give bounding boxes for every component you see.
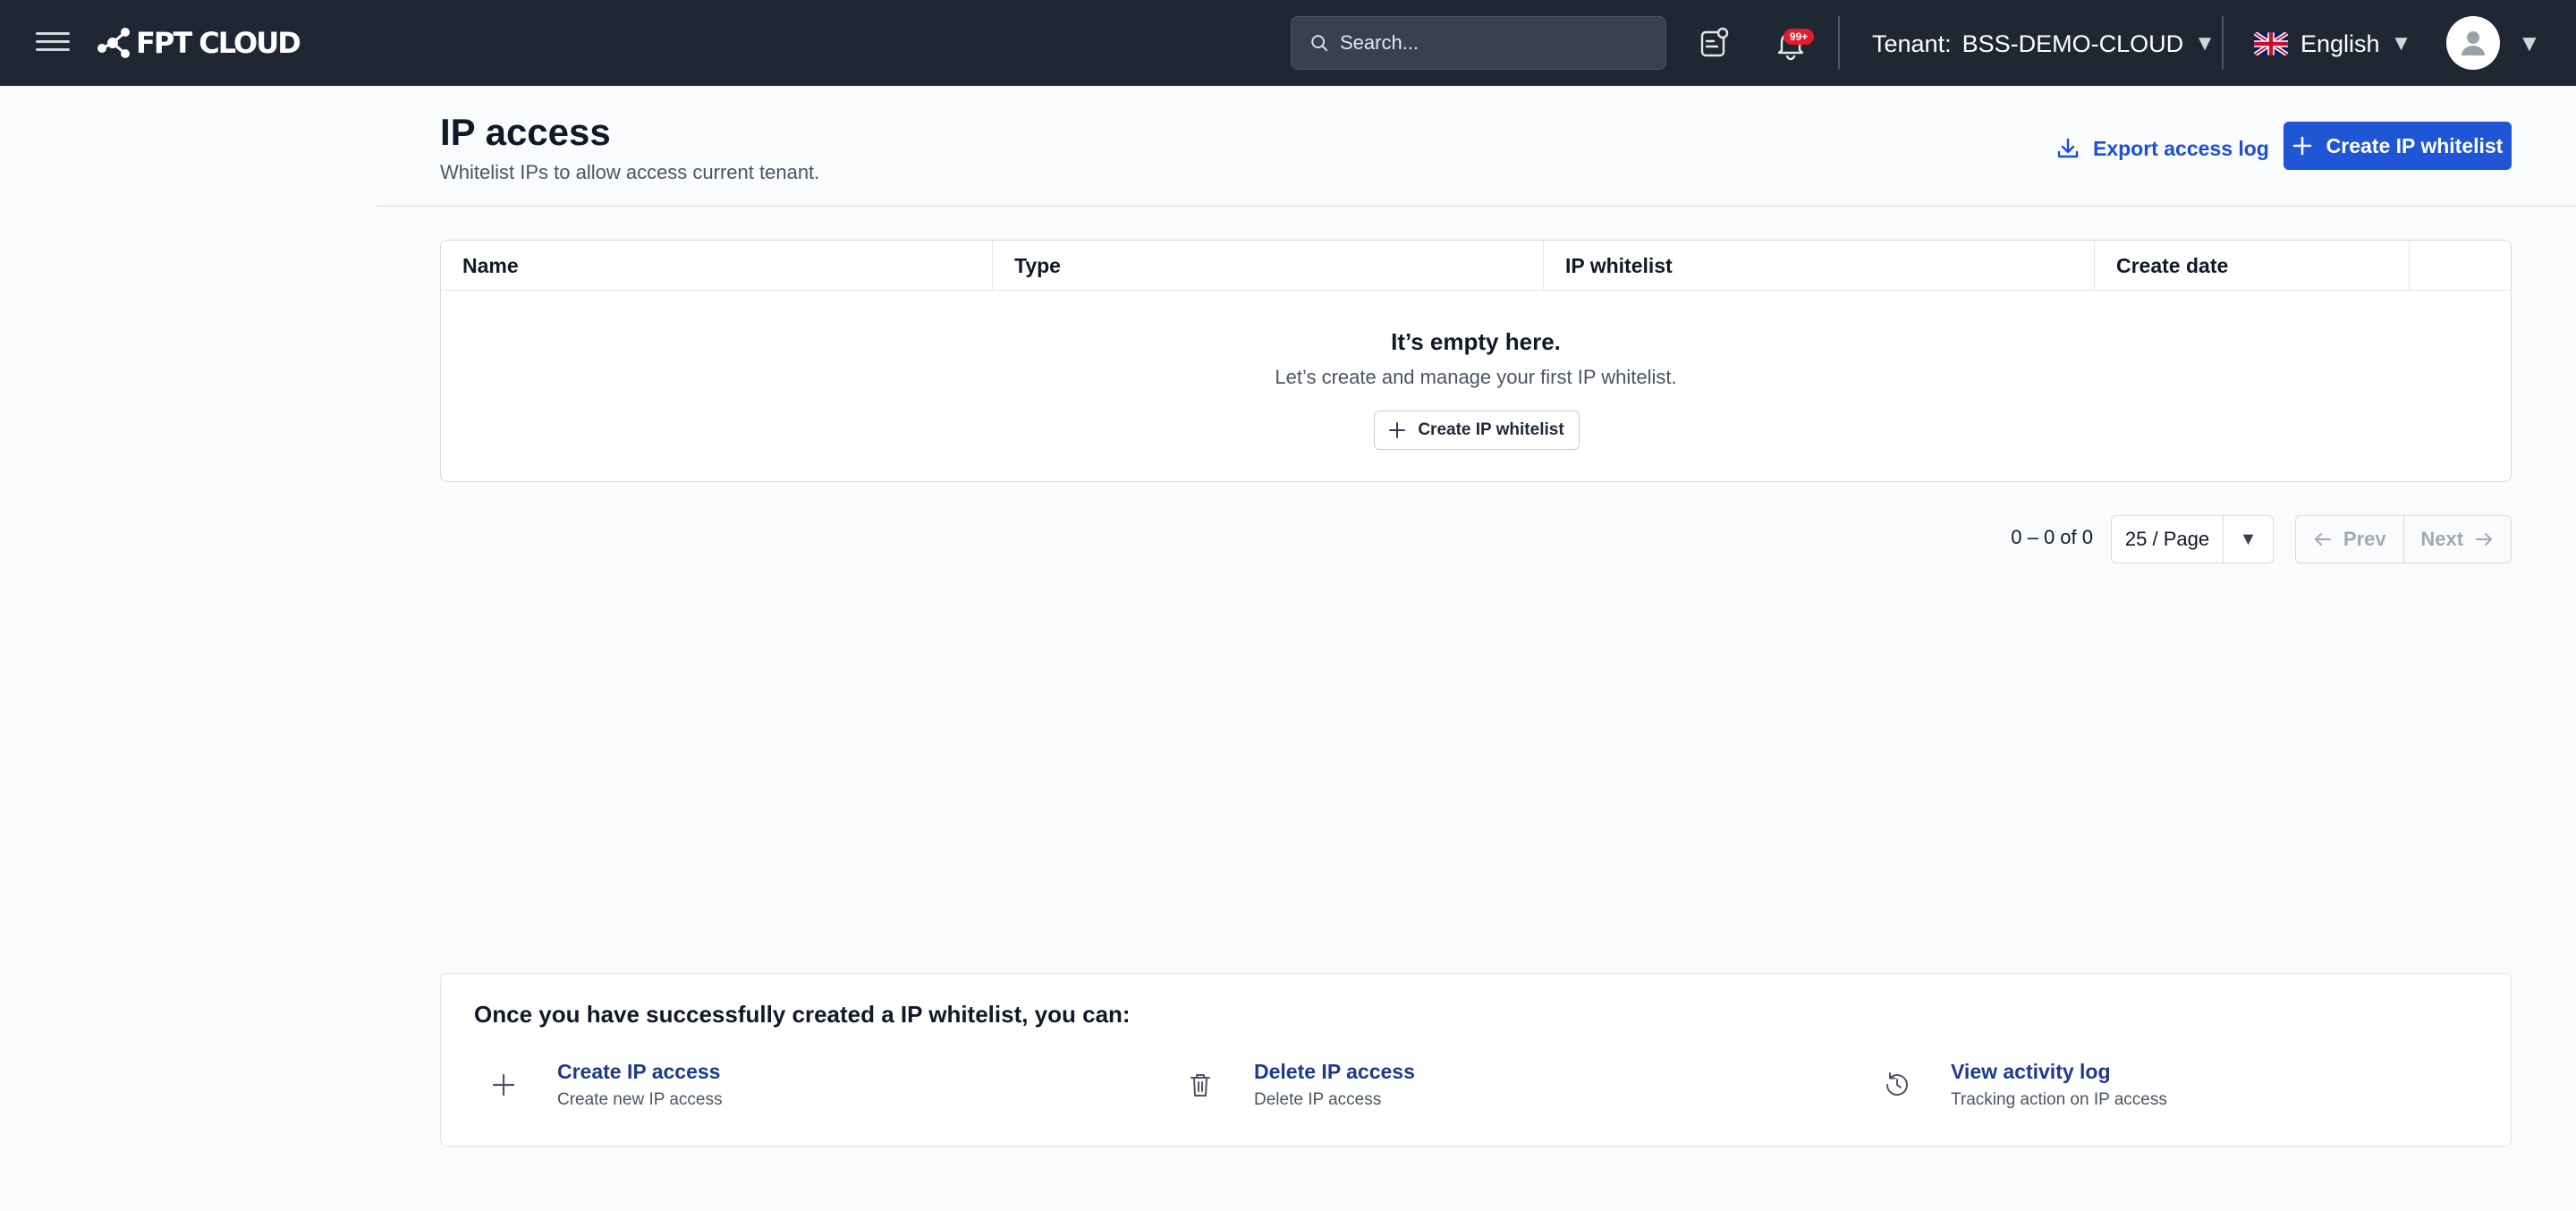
plus-icon (492, 1073, 515, 1097)
download-icon (2057, 138, 2079, 158)
arrow-right-icon (2476, 533, 2493, 546)
topbar-divider (1838, 16, 1840, 70)
uk-flag-icon (2254, 32, 2288, 55)
language-selector[interactable]: English ▼ (2254, 25, 2411, 63)
action-title[interactable]: Delete IP access (1254, 1060, 1415, 1084)
trash-icon (1191, 1074, 1210, 1097)
prev-label: Prev (2343, 528, 2386, 550)
caret-down-icon: ▼ (2194, 31, 2216, 55)
topbar-divider (2222, 16, 2224, 70)
caret-down-icon[interactable]: ▼ (2224, 516, 2273, 563)
pagination-nav: Prev Next (2295, 515, 2512, 563)
brand-logo[interactable]: FPT CLOUD (95, 23, 301, 63)
next-page-button[interactable]: Next (2404, 516, 2512, 563)
empty-state-subtitle: Let’s create and manage your first IP wh… (1275, 366, 1677, 388)
global-search[interactable] (1291, 16, 1666, 70)
page-subtitle: Whitelist IPs to allow access current te… (440, 161, 820, 183)
notification-badge: 99+ (1784, 29, 1814, 45)
arrow-left-icon (2314, 533, 2331, 546)
top-navigation-bar: FPT CLOUD 99+ Tenant: BSS-DEMO-CLOUD ▼ (0, 0, 2576, 86)
action-title[interactable]: Create IP access (557, 1060, 720, 1084)
action-description: Create new IP access (557, 1090, 723, 1109)
ip-whitelist-table: Name Type IP whitelist Create date It’s … (440, 240, 2512, 482)
action-description: Tracking action on IP access (1951, 1090, 2167, 1109)
caret-down-icon: ▼ (2518, 29, 2541, 56)
action-description: Delete IP access (1254, 1090, 1382, 1109)
empty-state-title: It’s empty here. (1391, 328, 1561, 355)
export-access-log-button[interactable]: Export access log (2055, 131, 2269, 166)
create-label: Create IP whitelist (2326, 133, 2504, 157)
history-icon (1885, 1072, 1908, 1097)
next-steps-title: Once you have successfully created a IP … (474, 1001, 1131, 1028)
hamburger-icon[interactable] (36, 27, 70, 59)
empty-button-label: Create IP whitelist (1418, 420, 1564, 439)
page-size-value: 25 / Page (2112, 516, 2224, 563)
table-header: Name Type IP whitelist Create date (441, 241, 2511, 291)
column-header-name[interactable]: Name (441, 241, 992, 291)
user-menu[interactable]: ▼ (2446, 16, 2541, 70)
header-divider (377, 206, 2576, 207)
prev-page-button[interactable]: Prev (2296, 516, 2404, 563)
column-header-create-date[interactable]: Create date (2094, 241, 2409, 291)
fpt-logo-icon (97, 28, 130, 58)
export-label: Export access log (2093, 136, 2269, 160)
caret-down-icon: ▼ (2390, 31, 2412, 55)
column-header-type[interactable]: Type (992, 241, 1543, 291)
search-icon (1311, 35, 1328, 52)
search-input[interactable] (1340, 31, 1662, 55)
user-avatar-icon (2446, 16, 2500, 70)
tenant-selector[interactable]: Tenant: BSS-DEMO-CLOUD ▼ (1872, 25, 2216, 63)
action-title[interactable]: View activity log (1951, 1060, 2111, 1084)
plus-icon (1389, 422, 1406, 438)
page-title: IP access (440, 111, 611, 153)
create-ip-whitelist-button[interactable]: Create IP whitelist (2284, 122, 2512, 170)
next-steps-card: Once you have successfully created a IP … (440, 973, 2512, 1147)
next-label: Next (2420, 528, 2464, 550)
tenant-label: Tenant: (1872, 30, 1952, 57)
empty-create-ip-whitelist-button[interactable]: Create IP whitelist (1374, 411, 1580, 450)
plus-icon (2292, 136, 2311, 156)
tenant-value: BSS-DEMO-CLOUD (1962, 30, 2184, 57)
task-list-icon[interactable] (1696, 25, 1732, 61)
column-header-actions (2409, 241, 2511, 291)
page-size-select[interactable]: 25 / Page ▼ (2111, 515, 2274, 563)
language-label: English (2301, 30, 2380, 57)
pagination-count: 0 – 0 of 0 (2011, 526, 2093, 548)
column-header-ip-whitelist[interactable]: IP whitelist (1543, 241, 2094, 291)
brand-name: FPT CLOUD (136, 26, 301, 60)
